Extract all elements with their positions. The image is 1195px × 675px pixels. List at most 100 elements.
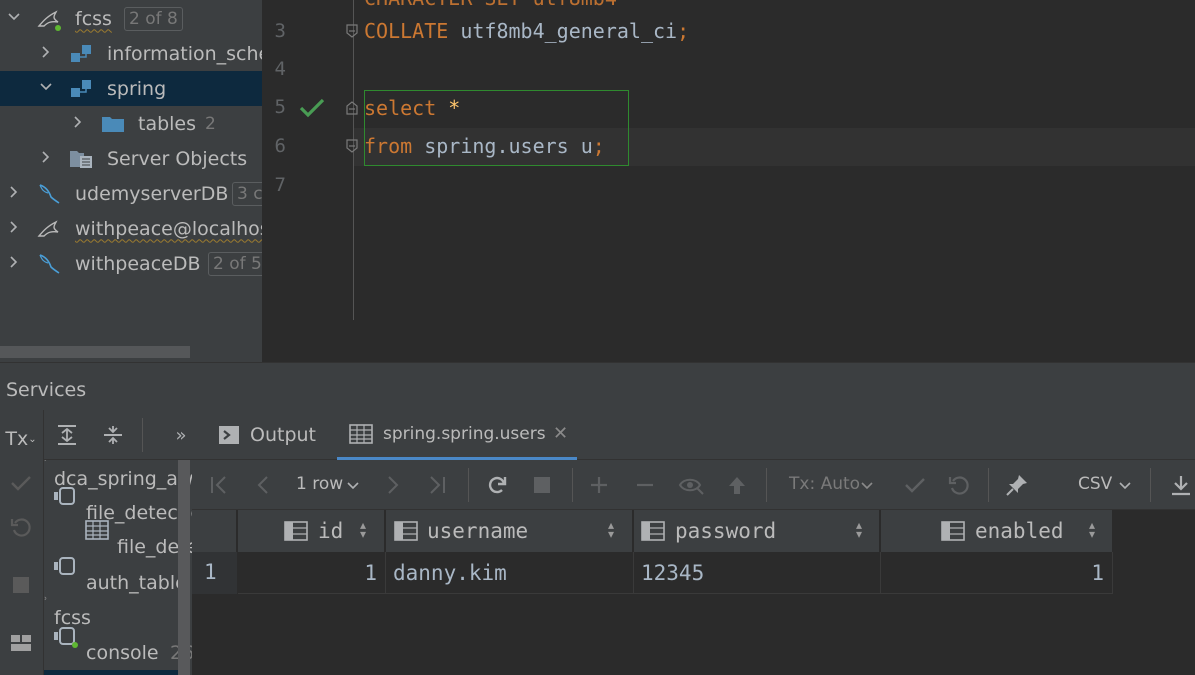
line-number: 3 xyxy=(274,20,286,42)
server-objects-icon xyxy=(68,146,94,172)
chevron-right-icon[interactable] xyxy=(4,220,24,238)
session-icon xyxy=(52,483,78,509)
collapse-all-icon[interactable] xyxy=(98,420,128,450)
tree-item-spring[interactable]: spring xyxy=(0,71,262,106)
tab-spring-users[interactable]: spring.spring.users ✕ xyxy=(337,410,577,460)
code-line-partial: CHARACTER SET utf8mb4 xyxy=(364,0,617,10)
services-tree-toolbar: » xyxy=(44,410,192,460)
refresh-icon[interactable] xyxy=(482,470,512,500)
export-format-label[interactable]: CSV xyxy=(1078,474,1112,494)
datasource-withpeace-localhost[interactable]: withpeace@localhos xyxy=(0,211,262,246)
tx-mode-label[interactable]: Tx: Auto xyxy=(789,474,860,494)
datasource-badge: 3 c xyxy=(232,181,262,206)
next-page-icon[interactable] xyxy=(378,470,408,500)
code-line-3[interactable]: COLLATE utf8mb4_general_ci; xyxy=(364,19,689,43)
cell-password[interactable]: 12345 xyxy=(634,552,881,594)
stop-icon[interactable] xyxy=(6,570,36,600)
tab-output[interactable]: Output xyxy=(212,410,337,460)
delete-row-icon[interactable] xyxy=(630,470,660,500)
expand-all-icon[interactable] xyxy=(52,420,82,450)
tree-item-count: 2 xyxy=(205,113,216,134)
toolbar-separator xyxy=(1150,468,1151,502)
column-header-password[interactable]: password ▴ ▾ xyxy=(634,510,880,552)
column-icon xyxy=(641,521,665,541)
column-header-username[interactable]: username ▴ ▾ xyxy=(386,510,633,552)
editor-bottom-area xyxy=(262,320,1195,362)
chevron-right-icon[interactable] xyxy=(4,255,24,273)
toolbar-separator xyxy=(988,468,989,502)
sort-icon[interactable]: ▴ ▾ xyxy=(608,519,614,540)
column-header-label: username xyxy=(427,519,529,543)
vertical-scrollbar[interactable] xyxy=(178,460,190,675)
datasource-label: udemyserverDB xyxy=(75,182,229,205)
mysql-dolphin-icon xyxy=(36,181,62,207)
fold-start-icon[interactable] xyxy=(345,101,359,115)
keyword-collate: COLLATE xyxy=(364,19,449,43)
cell-id[interactable]: 1 xyxy=(238,552,386,594)
chevron-down-icon[interactable] xyxy=(860,476,874,498)
cell-enabled[interactable]: 1 xyxy=(881,552,1113,594)
checkmark-icon xyxy=(299,98,325,118)
line-number: 5 xyxy=(274,96,286,118)
tree-item-information-schema[interactable]: information_sche xyxy=(0,36,262,71)
tree-root-badge: 2 of 8 xyxy=(124,6,183,31)
services-panel-header: Services xyxy=(0,362,1195,410)
row-number-header xyxy=(192,510,237,552)
cell-username[interactable]: danny.kim xyxy=(386,552,634,594)
tree-item-label: tables xyxy=(138,112,197,135)
tree-item-label: Server Objects xyxy=(107,147,248,170)
services-tree: ʾ dca_spring_aw file_detectio file_dete … xyxy=(44,460,192,675)
session-active-icon xyxy=(52,623,78,649)
last-page-icon[interactable] xyxy=(422,470,452,500)
chevron-down-icon[interactable] xyxy=(346,476,360,498)
tree-item-label: information_sche xyxy=(107,42,262,65)
chevron-right-icon[interactable] xyxy=(68,115,88,133)
tree-root-label: fcss xyxy=(75,7,112,30)
column-header-id[interactable]: id ▴ ▾ xyxy=(238,510,385,552)
rollback-icon[interactable] xyxy=(944,470,974,500)
chevron-right-icon[interactable] xyxy=(36,45,56,63)
fold-end-icon[interactable] xyxy=(345,24,359,38)
service-item-label: console xyxy=(86,642,159,664)
chevron-right-icon[interactable] xyxy=(4,185,24,203)
tx-mode-button[interactable]: Tx ⌄ xyxy=(5,424,36,454)
submit-up-icon[interactable] xyxy=(722,470,752,500)
line-number: 7 xyxy=(274,174,286,196)
datasource-udemyserverdb[interactable]: udemyserverDB 3 c xyxy=(0,176,262,211)
column-header-label: id xyxy=(318,519,344,543)
add-row-icon[interactable] xyxy=(584,470,614,500)
layout-icon[interactable] xyxy=(6,628,36,658)
column-header-label: password xyxy=(675,519,777,543)
stop-icon[interactable] xyxy=(527,470,557,500)
datasource-withpeacedb[interactable]: withpeaceDB 2 of 5 xyxy=(0,246,262,281)
download-icon[interactable] xyxy=(1166,470,1195,500)
row-count-label[interactable]: 1 row xyxy=(296,474,343,494)
previous-page-icon[interactable] xyxy=(248,470,278,500)
datasource-label: withpeace@localhos xyxy=(75,217,262,240)
chevron-right-icon[interactable] xyxy=(36,150,56,168)
pin-icon[interactable] xyxy=(1002,470,1032,500)
chevron-down-icon[interactable] xyxy=(36,80,56,98)
commit-icon[interactable] xyxy=(6,468,36,498)
fold-end-icon[interactable] xyxy=(345,139,359,153)
schema-icon xyxy=(68,76,94,102)
sort-icon[interactable]: ▴ ▾ xyxy=(1089,519,1095,540)
view-icon[interactable] xyxy=(676,470,706,500)
rollback-icon[interactable] xyxy=(6,512,36,542)
tree-item-server-objects[interactable]: Server Objects xyxy=(0,141,262,176)
first-page-icon[interactable] xyxy=(204,470,234,500)
chevron-down-icon[interactable] xyxy=(4,10,24,28)
row-number-cell[interactable]: 1 xyxy=(192,552,237,594)
sort-icon[interactable]: ▴ ▾ xyxy=(360,519,366,540)
service-item-label: auth_table xyxy=(86,572,187,594)
database-explorer: fcss 2 of 8 information_sche spring tabl… xyxy=(0,0,262,362)
toolbar-separator xyxy=(468,468,469,502)
commit-icon[interactable] xyxy=(900,470,930,500)
column-header-enabled[interactable]: enabled ▴ ▾ xyxy=(881,510,1113,552)
tree-item-tables[interactable]: tables 2 xyxy=(0,106,262,141)
close-icon[interactable]: ✕ xyxy=(553,423,568,444)
tree-root-fcss[interactable]: fcss 2 of 8 xyxy=(0,1,262,36)
horizontal-scrollbar[interactable] xyxy=(0,346,190,358)
chevron-down-icon[interactable] xyxy=(1118,476,1132,498)
sort-icon[interactable]: ▴ ▾ xyxy=(856,519,862,540)
